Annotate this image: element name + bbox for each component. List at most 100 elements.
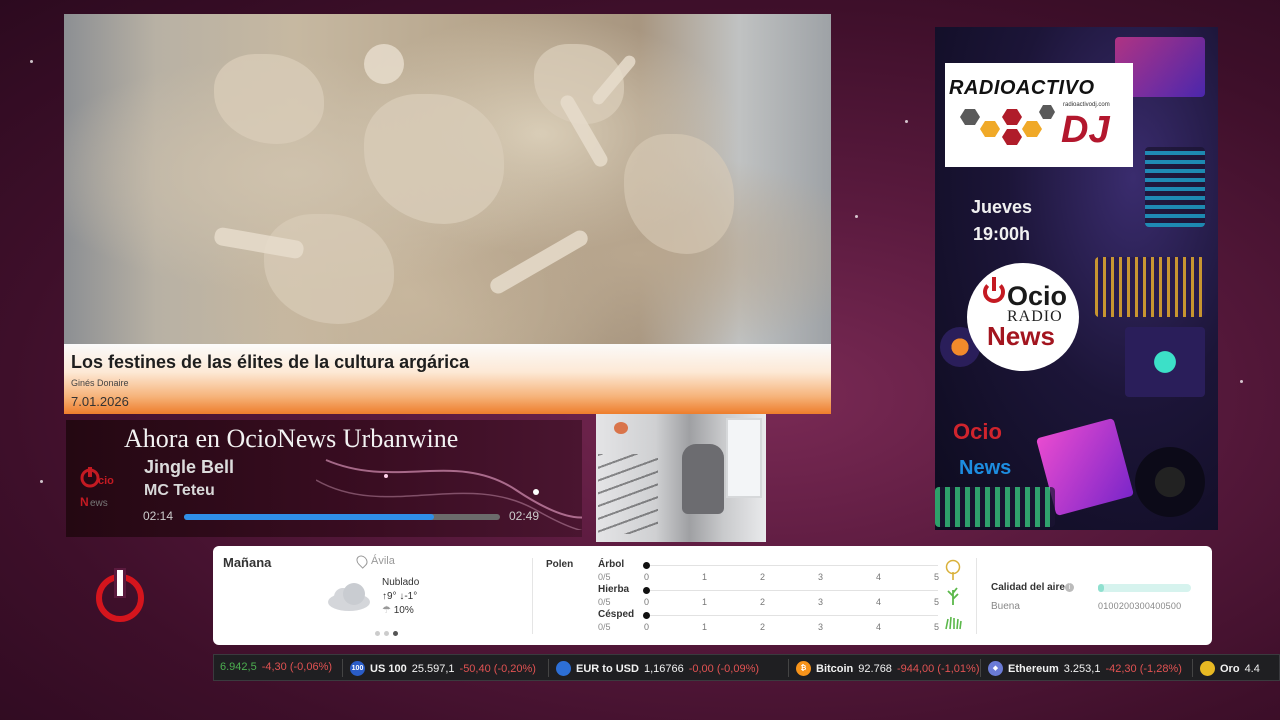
tree-icon xyxy=(944,559,962,581)
us-100-icon: 100 xyxy=(350,661,365,676)
pollen-label: Polen xyxy=(546,559,574,570)
radio-poster: RADIOACTIVO radioactivodj.com DJ Jueves … xyxy=(935,27,1218,530)
pollen-score: 0/5 xyxy=(598,622,611,632)
umbrella-icon: ☂ xyxy=(382,605,394,616)
progress-bar[interactable] xyxy=(184,514,500,520)
pollen-tick-label: 5 xyxy=(934,622,940,632)
news-word: News xyxy=(987,321,1055,351)
progress-bar-fill xyxy=(184,514,434,520)
carousel-dot-active[interactable] xyxy=(393,631,398,636)
staircase xyxy=(598,454,658,534)
ticker-item[interactable]: ◆ Ethereum 3.253,1 -42,30 (-1,28%) xyxy=(988,661,1182,676)
lawn-icon xyxy=(944,609,962,631)
info-icon[interactable]: i xyxy=(1065,583,1074,592)
background-sparkle xyxy=(30,60,33,63)
hexagon-icons xyxy=(960,105,1055,145)
pollen-tick-label: 5 xyxy=(934,572,940,582)
svg-text:cio: cio xyxy=(98,475,114,487)
pollen-tick-label: 5 xyxy=(934,597,940,607)
pollen-score: 0/5 xyxy=(598,572,611,582)
ticker-separator xyxy=(788,659,789,677)
ticker-name: US 100 xyxy=(370,662,407,675)
pollen-score: 0/5 xyxy=(598,597,611,607)
pollen-tick-label: 2 xyxy=(760,622,766,632)
pollen-tick-label: 3 xyxy=(818,597,824,607)
webcam-feed xyxy=(596,414,766,542)
ticker-change: -4,30 (-0,06%) xyxy=(261,661,333,673)
ticker-change: -0,00 (-0,09%) xyxy=(688,662,760,675)
background-sparkle xyxy=(1240,380,1243,383)
pollen-level-marker xyxy=(643,612,650,619)
ticker-change: -50,40 (-0,20%) xyxy=(459,662,536,675)
news-card[interactable]: Los festines de las élites de la cultura… xyxy=(64,14,831,414)
ticker-value: 4.4 xyxy=(1244,662,1260,675)
ticker-item[interactable]: EUR to USD 1,16766 -0,00 (-0,09%) xyxy=(556,661,759,676)
news-brand: News xyxy=(959,457,1012,479)
background-sparkle xyxy=(905,120,908,123)
ticker-item[interactable]: 100 US 100 25.597,1 -50,40 (-0,20%) xyxy=(350,661,536,676)
now-playing-heading: Ahora en OcioNews Urbanwine xyxy=(124,424,459,453)
ticker-value: 6.942,5 xyxy=(220,661,257,673)
oro-icon xyxy=(1200,661,1215,676)
pollen-level-marker xyxy=(643,562,650,569)
ticker-change: -944,00 (-1,01%) xyxy=(896,662,980,675)
forecast-day: Mañana xyxy=(223,555,272,570)
air-quality-bar xyxy=(1098,584,1191,592)
ticker-name: EUR to USD xyxy=(576,662,639,675)
ticker-item[interactable]: Oro 4.4 xyxy=(1200,661,1260,676)
svg-text:ews: ews xyxy=(90,498,108,509)
ticker-value: 92.768 xyxy=(858,662,892,675)
temperature-range: ↑9° ↓-1° xyxy=(382,591,418,602)
pollen-tick-label: 4 xyxy=(876,597,882,607)
ticker-separator xyxy=(1192,659,1193,677)
air-quality-label: Calidad del aire xyxy=(991,582,1065,593)
background-sparkle xyxy=(855,215,858,218)
window xyxy=(726,418,762,498)
pollen-type: Césped xyxy=(598,609,635,620)
pollen-tick-label: 1 xyxy=(702,622,708,632)
song-artist: MC Teteu xyxy=(144,482,215,499)
carousel-dots[interactable] xyxy=(375,631,398,636)
pollen-type: Árbol xyxy=(598,559,625,570)
elapsed-time: 02:14 xyxy=(143,509,174,523)
pollen-scale-line xyxy=(650,565,938,566)
pollen-tick-label: 3 xyxy=(818,572,824,582)
radio-url: radioactivodj.com xyxy=(1063,102,1110,108)
carousel-dot[interactable] xyxy=(384,631,389,636)
ticker-change: -42,30 (-1,28%) xyxy=(1105,662,1182,675)
ticker-item[interactable]: 6.942,5 -4,30 (-0,06%) xyxy=(220,661,332,673)
radioactivo-dj-logo: RADIOACTIVO radioactivodj.com DJ xyxy=(945,63,1133,167)
ocio-brand: Ocio xyxy=(953,419,1002,444)
ticker-name: Oro xyxy=(1220,662,1240,675)
air-quality-bar-fill xyxy=(1098,584,1104,592)
pollen-row: Árbol 0/5 0 1 2 3 4 5 xyxy=(598,559,961,585)
pollen-tick-label: 3 xyxy=(818,622,824,632)
pollen-level-marker xyxy=(643,587,650,594)
ticker-separator xyxy=(980,659,981,677)
news-title[interactable]: Los festines de las élites de la cultura… xyxy=(71,352,469,373)
pollen-tick-label: 0 xyxy=(644,597,650,607)
now-playing-panel: Ahora en OcioNews Urbanwine cio N ews Ji… xyxy=(66,420,582,537)
location-pin-icon xyxy=(354,553,370,569)
weather-condition: Nublado xyxy=(382,577,420,588)
air-quality-scale: 0100200300400500 xyxy=(1098,601,1182,611)
air-quality-status: Buena xyxy=(991,601,1020,612)
news-author: Ginés Donaire xyxy=(71,378,129,388)
carousel-dot[interactable] xyxy=(375,631,380,636)
pollen-type: Hierba xyxy=(598,584,630,595)
pollen-row: Césped 0/5 0 1 2 3 4 5 xyxy=(598,609,962,635)
ticker-name: Bitcoin xyxy=(816,662,854,675)
pollen-scale-line xyxy=(650,590,938,591)
svg-text:N: N xyxy=(80,495,89,509)
ethereum-icon: ◆ xyxy=(988,661,1003,676)
precipitation: ☂ 10% xyxy=(382,605,414,616)
ticker-separator xyxy=(342,659,343,677)
ticker-value: 25.597,1 xyxy=(411,662,455,675)
weather-widget: Mañana Ávila Nublado ↑9° ↓-1° ☂ 10% Pole… xyxy=(213,546,1212,645)
song-title: Jingle Bell xyxy=(144,457,235,477)
market-ticker: 6.942,5 -4,30 (-0,06%) 100 US 100 25.597,1 -5… xyxy=(213,654,1280,681)
total-duration: 02:49 xyxy=(509,509,540,523)
ticker-name: Ethereum xyxy=(1008,662,1059,675)
pollen-scale-line xyxy=(650,615,938,616)
ticker-item[interactable]: ₿ Bitcoin 92.768 -944,00 (-1,01%) xyxy=(796,661,979,676)
